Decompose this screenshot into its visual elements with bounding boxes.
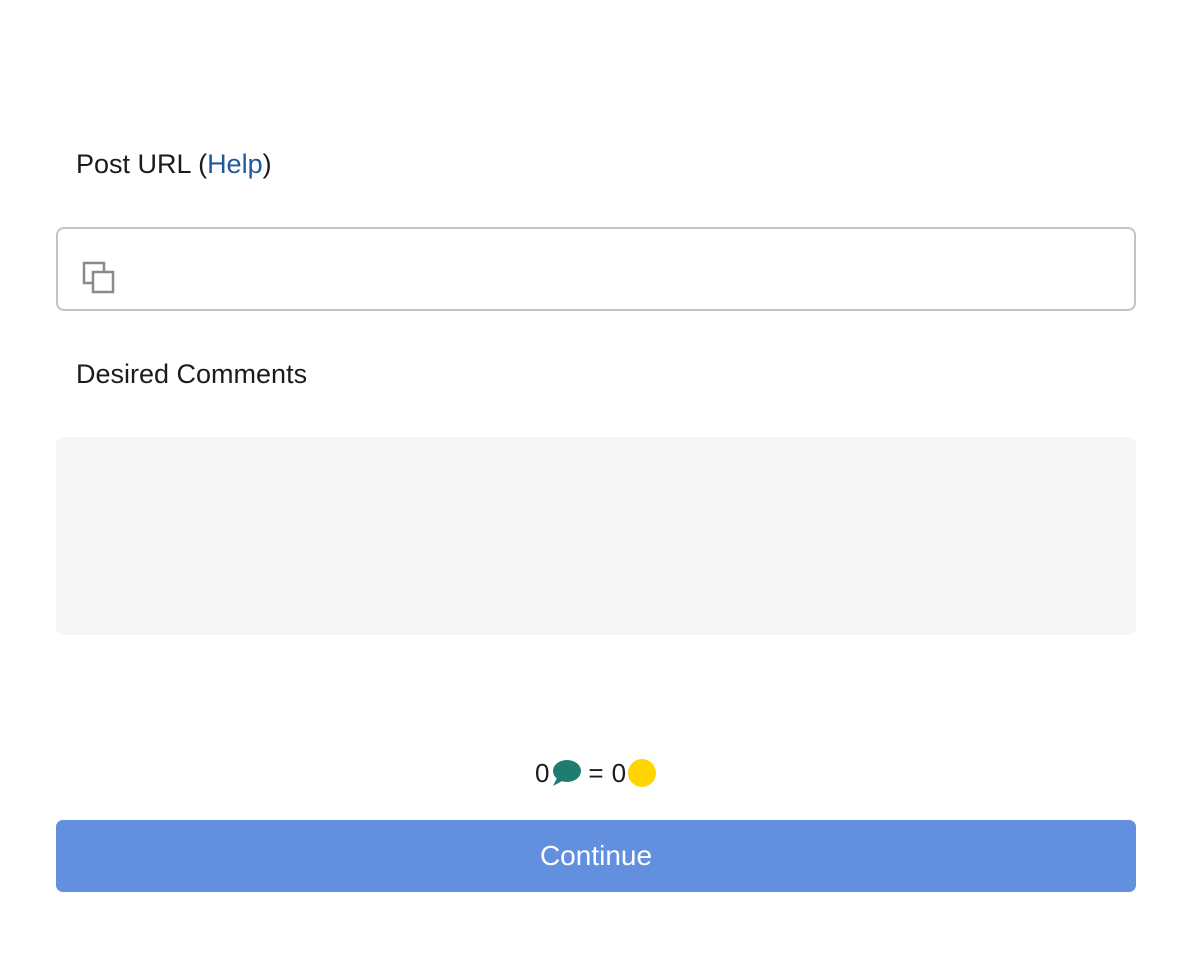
post-url-field[interactable] <box>56 227 1136 311</box>
paste-icon[interactable] <box>82 261 118 297</box>
post-url-label: Post URL (Help) <box>76 147 272 181</box>
comment-bubble-icon <box>553 760 582 786</box>
coins-count: 0 <box>611 758 627 788</box>
post-comments-form: Post URL (Help) Desired Comments 0 = 0 C… <box>56 0 1136 976</box>
paren-close: ) <box>262 149 272 179</box>
cost-summary: 0 = 0 <box>56 755 1136 791</box>
help-link[interactable]: Help <box>207 149 263 179</box>
equals-sign: = <box>588 758 604 788</box>
paren-open: ( <box>198 149 208 179</box>
desired-comments-textarea[interactable] <box>56 437 1136 635</box>
coin-icon <box>628 759 657 787</box>
continue-button[interactable]: Continue <box>56 820 1136 892</box>
post-url-label-text: Post URL <box>76 149 191 179</box>
desired-comments-label: Desired Comments <box>76 359 308 389</box>
post-url-input[interactable] <box>128 229 1122 311</box>
comments-count: 0 <box>534 758 550 788</box>
